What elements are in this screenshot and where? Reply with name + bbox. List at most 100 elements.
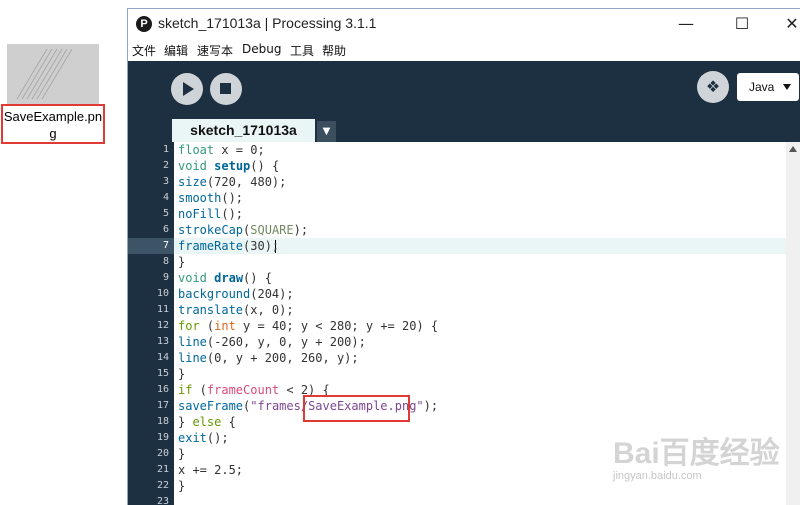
code-token: ();: [221, 207, 244, 221]
code-token: background: [178, 287, 251, 301]
code-token: (-260, y, 0, y + 200);: [206, 335, 366, 349]
code-text: }: [178, 254, 185, 270]
menu-tools[interactable]: 工具: [290, 42, 314, 59]
code-token: line: [178, 351, 207, 365]
line-number: 18: [156, 416, 169, 427]
code-line[interactable]: 6 strokeCap(SQUARE);: [128, 222, 800, 238]
code-token: void: [178, 159, 207, 173]
tab-menu-button[interactable]: ▼: [317, 121, 336, 142]
stop-icon: [220, 83, 231, 94]
mode-selector[interactable]: Java: [737, 73, 799, 101]
code-text: float x = 0;: [178, 142, 265, 158]
code-token: for: [178, 319, 200, 333]
code-text: smooth();: [178, 190, 243, 206]
line-number: 16: [156, 384, 169, 395]
line-number: 19: [156, 432, 169, 443]
code-text: exit();: [178, 430, 229, 446]
code-token: (0, y + 200, 260, y);: [206, 351, 359, 365]
menu-help[interactable]: 帮助: [322, 42, 346, 59]
code-token: line: [178, 335, 207, 349]
menu-edit[interactable]: 编辑: [164, 42, 188, 59]
file-thumbnail[interactable]: [7, 44, 99, 106]
code-line[interactable]: 11 translate(x, 0);: [128, 302, 800, 318]
code-line[interactable]: 2 void setup() {: [128, 158, 800, 174]
line-number: 12: [156, 320, 169, 331]
code-token: saveFrame: [178, 399, 244, 413]
code-token: draw: [214, 271, 244, 285]
code-token: SQUARE: [250, 223, 294, 237]
code-text: strokeCap(SQUARE);: [178, 222, 308, 238]
tab-strip: sketch_171013a ▼: [128, 119, 800, 142]
code-text: } else {: [178, 414, 236, 430]
line-number: 6: [162, 224, 169, 235]
menu-bar: 文件 编辑 速写本 Debug 工具 帮助: [128, 39, 800, 61]
code-line[interactable]: 9 void draw() {: [128, 270, 800, 286]
code-line[interactable]: 10 background(204);: [128, 286, 800, 302]
menu-debug[interactable]: Debug: [242, 42, 281, 56]
window-title: sketch_171013a | Processing 3.1.1: [158, 15, 377, 31]
watermark-logo: Bai百度经验: [613, 437, 780, 470]
code-token: (: [192, 383, 207, 397]
code-token: void: [178, 271, 207, 285]
close-button[interactable]: ✕: [769, 9, 800, 39]
code-token: x = 0;: [214, 143, 265, 157]
processing-app-icon: P: [136, 16, 152, 32]
code-token: }: [178, 415, 193, 429]
menu-sketch[interactable]: 速写本: [197, 42, 233, 59]
code-line[interactable]: 15}: [128, 366, 800, 382]
line-number: 23: [156, 496, 169, 505]
code-line[interactable]: 17 saveFrame("frames/SaveExample.png");: [128, 398, 800, 414]
menu-file[interactable]: 文件: [132, 42, 156, 59]
maximize-button[interactable]: ☐: [719, 9, 765, 39]
code-token: (720, 480);: [206, 175, 287, 189]
code-line[interactable]: 8}: [128, 254, 800, 270]
code-line[interactable]: 12 for (int y = 40; y < 280; y += 20) {: [128, 318, 800, 334]
desktop-file-label[interactable]: SaveExample.png: [1, 104, 105, 144]
run-button[interactable]: [171, 73, 203, 105]
code-line[interactable]: 3 size(720, 480);: [128, 174, 800, 190]
watermark-url: jingyan.baidu.com: [613, 470, 702, 482]
code-text: void draw() {: [178, 270, 272, 286]
line-number: 7: [162, 240, 169, 251]
code-token: frameRate: [178, 239, 244, 253]
code-token: () {: [243, 271, 272, 285]
code-token: (204);: [250, 287, 294, 301]
line-number: 9: [162, 272, 169, 283]
code-text: noFill();: [178, 206, 243, 222]
toolbar: ❖ Java: [128, 61, 800, 119]
stop-button[interactable]: [210, 73, 242, 105]
title-bar[interactable]: P sketch_171013a | Processing 3.1.1 — ☐ …: [128, 9, 800, 39]
minimize-button[interactable]: —: [663, 9, 709, 39]
line-number: 11: [156, 304, 169, 315]
image-preview-icon: [7, 44, 99, 106]
code-token: }: [178, 447, 186, 461]
code-token: int: [214, 319, 236, 333]
line-number: 8: [162, 256, 169, 267]
baidu-watermark: Bai百度经验 jingyan.baidu.com: [613, 428, 793, 498]
code-token: );: [293, 223, 309, 237]
code-line[interactable]: 13 line(-260, y, 0, y + 200);: [128, 334, 800, 350]
file-name-text: SaveExample.png: [3, 109, 103, 141]
code-token: frameCount: [206, 383, 280, 397]
code-token: ();: [221, 191, 244, 205]
code-token: (x, 0);: [243, 303, 294, 317]
code-token: smooth: [178, 191, 222, 205]
code-line[interactable]: 16 if (frameCount < 2) {: [128, 382, 800, 398]
line-number: 14: [156, 352, 169, 363]
code-text: frameRate(30);: [178, 238, 279, 254]
code-line[interactable]: 4 smooth();: [128, 190, 800, 206]
line-number: 10: [156, 288, 169, 299]
code-line[interactable]: 7 frameRate(30);: [128, 238, 800, 254]
play-icon: [183, 82, 194, 96]
tab-sketch[interactable]: sketch_171013a: [172, 119, 315, 142]
code-token: }: [178, 255, 186, 269]
debugger-button[interactable]: ❖: [697, 71, 729, 103]
code-annotation-box: [303, 395, 410, 422]
code-line[interactable]: 14 line(0, y + 200, 260, y);: [128, 350, 800, 366]
code-token: ();: [206, 431, 229, 445]
code-line[interactable]: 1 float x = 0;: [128, 142, 800, 158]
code-text: }: [178, 366, 185, 382]
line-number: 5: [162, 208, 169, 219]
line-number: 22: [156, 480, 169, 491]
code-line[interactable]: 5 noFill();: [128, 206, 800, 222]
